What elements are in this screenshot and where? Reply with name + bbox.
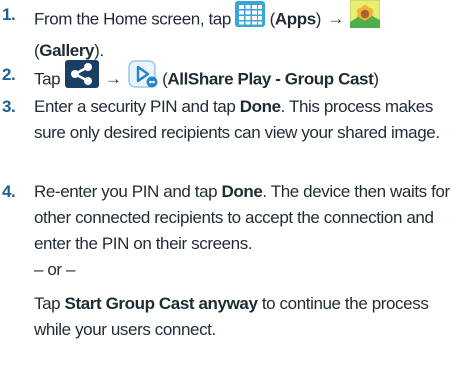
step-text-part: Tap (34, 294, 65, 313)
paren: ). (94, 41, 104, 60)
step-text: From the Home screen, tap (Apps) → (Gall… (34, 0, 466, 64)
instructions-page: 1. From the Home screen, tap (Apps) → (G… (0, 0, 472, 368)
start-group-cast-label: Start Group Cast anyway (64, 294, 258, 313)
step-text-part: Enter a security PIN and tap (34, 97, 240, 116)
step-text-part: Re-enter you PIN and tap (34, 182, 222, 201)
done-label: Done (239, 97, 281, 116)
arrow-icon: → (327, 9, 344, 29)
step-text-part: From the Home screen, tap (34, 9, 236, 29)
allshare-label: AllShare Play - Group Cast (167, 69, 374, 89)
step-number: 4. (2, 182, 16, 201)
paren: ( (265, 9, 276, 29)
paren: ) (373, 69, 379, 89)
step-text: Tap → (AllShare Play - Group Cast) (34, 60, 466, 98)
gallery-label: Gallery (39, 41, 95, 60)
done-label: Done (221, 182, 263, 201)
gallery-icon (349, 0, 381, 36)
apps-label: Apps (274, 9, 316, 29)
allshare-play-icon (128, 60, 158, 96)
apps-grid-icon (235, 1, 266, 35)
step-number: 1. (2, 5, 16, 24)
step-number: 2. (2, 65, 16, 84)
step-text: Re-enter you PIN and tap Done. The devic… (34, 179, 466, 343)
paren: ( (157, 69, 168, 89)
step-number: 3. (2, 97, 16, 116)
share-icon (64, 60, 99, 96)
step-text: Enter a security PIN and tap Done. This … (34, 94, 466, 146)
or-separator: – or – (34, 260, 76, 279)
arrow-icon: → (104, 69, 122, 89)
step-text-part: Tap (34, 69, 65, 89)
paren: ) (315, 9, 322, 29)
